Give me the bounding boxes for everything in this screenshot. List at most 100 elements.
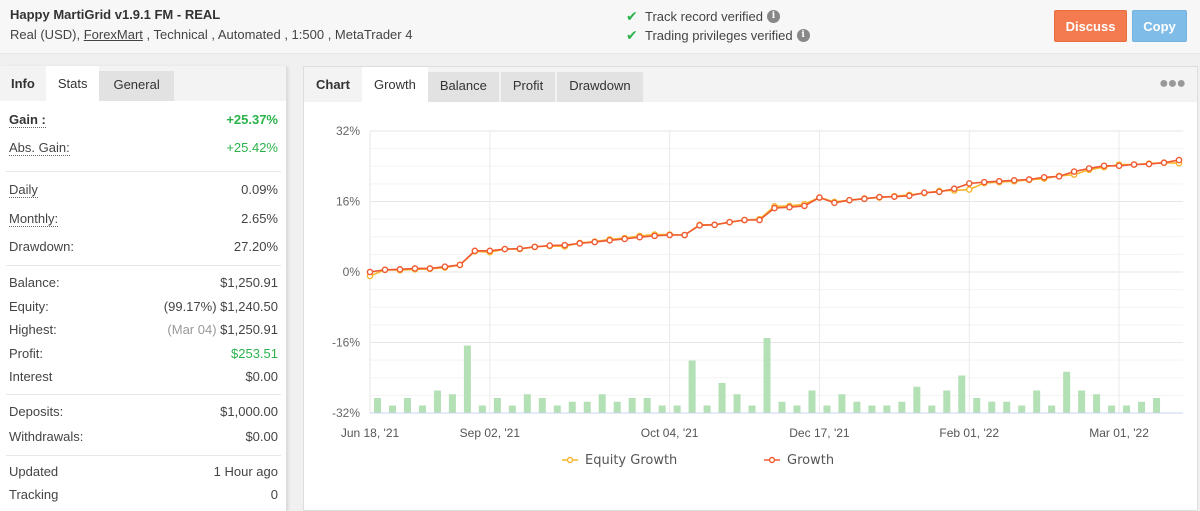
account-subtitle: Real (USD), ForexMart , Technical , Auto… [10, 27, 412, 42]
track-record-label: Track record verified [645, 9, 763, 24]
activity-bar [418, 405, 426, 413]
activity-bar [733, 394, 741, 413]
growth-point [876, 193, 883, 201]
highest-label: Highest: [9, 322, 57, 337]
legend-growth[interactable]: Growth [787, 453, 834, 468]
growth-point [501, 245, 509, 253]
tab-balance[interactable]: Balance [427, 72, 499, 102]
growth-chart: 32% 16% 0% -16% -32% Jun 18, '21 Sep 02, '21 Oc… [332, 124, 1183, 468]
activity-bar [1123, 405, 1131, 413]
activity-bar [493, 398, 501, 413]
tab-chart[interactable]: Chart [304, 67, 362, 102]
growth-point [756, 216, 763, 224]
tab-drawdown[interactable]: Drawdown [557, 72, 643, 102]
monthly-label[interactable]: Monthly: [9, 211, 59, 227]
legend-marker [566, 456, 574, 464]
tab-stats[interactable]: Stats [45, 66, 100, 101]
copy-button[interactable]: Copy [1132, 10, 1187, 42]
legend-marker [768, 456, 776, 464]
activity-bar [868, 405, 876, 413]
withdrawals-value: $0.00 [245, 429, 278, 444]
divider [6, 455, 281, 456]
activity-bar [628, 398, 636, 413]
growth-point [1070, 168, 1078, 175]
more-dots-icon[interactable]: ●●● [1159, 75, 1186, 93]
activity-bar [553, 405, 561, 413]
gain-label[interactable]: Gain : [9, 112, 46, 128]
growth-point [591, 238, 599, 246]
tab-growth[interactable]: Growth [361, 67, 428, 102]
activity-bar [374, 398, 381, 413]
stat-monthly: Monthly: 2.65% [9, 211, 278, 227]
x-tick-label: Oct 04, '21 [641, 426, 699, 440]
activity-bar [478, 405, 486, 413]
withdrawals-label: Withdrawals: [9, 429, 84, 444]
activity-bar [1003, 401, 1011, 413]
x-tick-label: Mar 01, '22 [1089, 426, 1149, 440]
growth-point [426, 265, 434, 272]
highest-value-group: (Mar 04) $1,250.91 [167, 322, 278, 337]
interest-value: $0.00 [245, 369, 278, 384]
growth-point [965, 180, 973, 187]
y-tick-label: -32% [332, 406, 360, 420]
growth-point [1145, 160, 1153, 168]
growth-point [681, 231, 688, 239]
growth-point [516, 245, 524, 252]
tracking-label: Tracking [9, 487, 59, 502]
chart-tabs: Chart Growth Balance Profit Drawdown ●●● [304, 67, 1197, 102]
info-icon[interactable]: i [796, 29, 810, 42]
growth-point [1025, 176, 1033, 183]
stats-panel: Info Stats General Gain : +25.37% Abs. G… [0, 66, 287, 511]
x-tick-label: Dec 17, '21 [789, 426, 850, 440]
activity-bar [583, 401, 591, 413]
activity-bar [658, 405, 666, 413]
balance-value: $1,250.91 [220, 275, 278, 290]
x-tick-label: Feb 01, '22 [939, 426, 999, 440]
activity-bar [793, 405, 801, 413]
discuss-button[interactable]: Discuss [1054, 10, 1127, 42]
stat-withdrawals: Withdrawals: $0.00 [9, 429, 278, 444]
equity-percent: (99.17%) [163, 299, 217, 314]
equity-label: Equity: [9, 299, 49, 314]
activity-bar [883, 405, 891, 413]
activity-bar [1108, 405, 1116, 413]
divider [6, 171, 281, 172]
profit-value: $253.51 [231, 346, 278, 361]
tab-general[interactable]: General [99, 71, 174, 101]
activity-bar [988, 401, 996, 413]
broker-link[interactable]: ForexMart [84, 27, 143, 42]
legend-equity-growth[interactable]: Equity Growth [585, 453, 677, 468]
growth-point [696, 221, 703, 229]
gain-value: +25.37% [226, 112, 278, 127]
y-tick-label: 0% [343, 265, 361, 279]
growth-point [906, 192, 913, 200]
abs-gain-label[interactable]: Abs. Gain: [9, 140, 70, 156]
growth-point [861, 195, 868, 203]
daily-label[interactable]: Daily [9, 182, 38, 198]
balance-label: Balance: [9, 275, 60, 290]
activity-bar [838, 394, 846, 413]
highest-value: $1,250.91 [220, 322, 278, 337]
equity-value: $1,240.50 [220, 299, 278, 314]
growth-point [471, 247, 479, 255]
activity-bar [1093, 394, 1101, 413]
info-icon[interactable]: i [767, 10, 780, 23]
activity-bar [688, 360, 696, 413]
activity-bar [1078, 390, 1086, 413]
growth-point [771, 204, 778, 212]
trading-privileges-verified: ✔ Trading privileges verified i [626, 27, 810, 44]
stat-updated: Updated 1 Hour ago [9, 464, 278, 479]
activity-bar [568, 401, 576, 413]
activity-bar [913, 386, 921, 413]
growth-point [995, 177, 1003, 185]
track-record-verified: ✔ Track record verified i [626, 8, 780, 25]
activity-bar [1138, 401, 1146, 413]
tab-info[interactable]: Info [0, 66, 46, 101]
activity-bar [928, 405, 936, 413]
system-title: Happy MartiGrid v1.9.1 FM - REAL [10, 7, 221, 22]
tab-profit[interactable]: Profit [500, 72, 556, 102]
growth-point [950, 185, 958, 193]
growth-point [1160, 159, 1168, 167]
activity-bar [943, 390, 951, 413]
growth-point [786, 203, 793, 211]
